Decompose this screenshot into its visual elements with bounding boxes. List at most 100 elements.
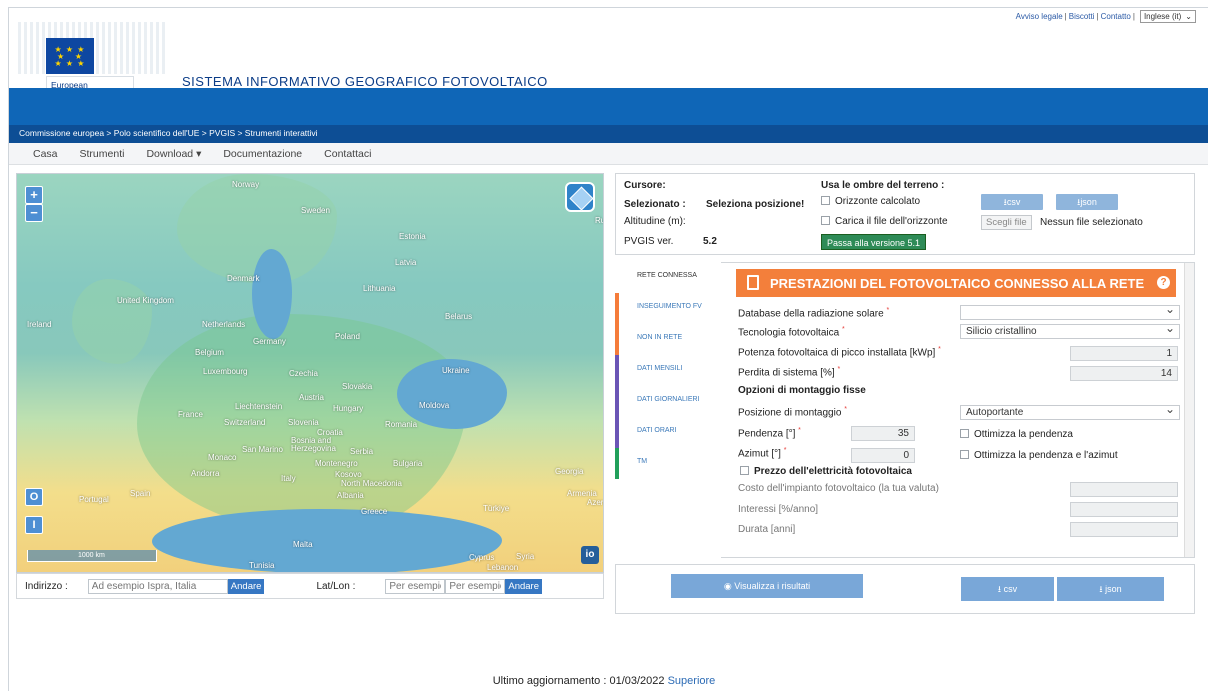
map-label-san-marino: San Marino: [242, 445, 283, 454]
map-label-lithuania: Lithuania: [363, 284, 396, 293]
map-label-germany: Germany: [253, 337, 286, 346]
mounting-position-label: Posizione di montaggio *: [738, 406, 847, 419]
no-file-text: Nessun file selezionato: [1040, 217, 1143, 228]
switch-version-button[interactable]: Passa alla versione 5.1: [821, 234, 927, 250]
io-button[interactable]: io: [581, 546, 599, 564]
tab-hourly-data[interactable]: DATI ORARI: [615, 417, 721, 448]
system-cost-input[interactable]: [1070, 482, 1178, 497]
tab-tm[interactable]: TM: [615, 448, 721, 479]
help-icon[interactable]: ?: [1157, 276, 1170, 289]
csv-download-button[interactable]: ⭳csv: [981, 194, 1043, 210]
map-label-sweden: Sweden: [301, 206, 330, 215]
results-csv-button[interactable]: ⭳ csv: [961, 577, 1054, 601]
map-label-norway: Norway: [232, 180, 260, 189]
tab-daily-data[interactable]: DATI GIORNALIERI: [615, 386, 721, 417]
map-label-czechia: Czechia: [289, 369, 318, 378]
results-action-panel: ◉ Visualizza i risultati ⭳ csv ⭳ json: [615, 564, 1195, 614]
checkbox[interactable]: [960, 429, 969, 438]
nav-documentation[interactable]: Documentazione: [223, 148, 302, 160]
calculated-horizon-option[interactable]: Orizzonte calcolato: [821, 196, 920, 207]
interactive-map[interactable]: Norway Sweden Estonia Latvia Denmark Lit…: [16, 173, 604, 573]
map-label-belgium: Belgium: [195, 348, 224, 357]
british-isles-land: [72, 279, 152, 364]
peak-power-input[interactable]: 1: [1070, 346, 1178, 361]
map-label-estonia: Estonia: [399, 232, 426, 241]
optimize-slope-azimuth-option[interactable]: Ottimizza la pendenza e l'azimut: [960, 450, 1118, 461]
select-position-link[interactable]: Seleziona posizione!: [706, 199, 804, 210]
map-label-romania: Romania: [385, 420, 418, 429]
map-label-liechtenstein: Liechtenstein: [235, 402, 283, 411]
nav-home[interactable]: Casa: [33, 148, 58, 160]
duration-input[interactable]: [1070, 522, 1178, 537]
checkbox[interactable]: [960, 450, 969, 459]
azimuth-input[interactable]: 0: [851, 448, 915, 463]
latlon-go-button[interactable]: Andare: [505, 578, 542, 594]
zoom-out-button[interactable]: −: [25, 204, 43, 222]
electricity-price-option[interactable]: Prezzo dell'elettricità fotovoltaica: [740, 466, 912, 477]
tab-off-grid[interactable]: NON IN RETE: [615, 324, 721, 355]
results-csv-label: csv: [1003, 584, 1018, 594]
view-results-label: Visualizza i risultati: [734, 581, 811, 591]
map-label-bulgaria: Bulgaria: [393, 459, 423, 468]
map-label-luxembourg: Luxembourg: [203, 367, 248, 376]
map-label-france: France: [178, 410, 203, 419]
footer: Ultimo aggiornamento : 01/03/2022 Superi…: [0, 675, 1208, 687]
panel-scrollbar[interactable]: [1184, 263, 1194, 557]
address-label: Indirizzo :: [25, 580, 68, 592]
latlon-label: Lat/Lon :: [316, 580, 356, 592]
slope-input[interactable]: 35: [851, 426, 915, 441]
results-json-button[interactable]: ⭳ json: [1057, 577, 1164, 601]
system-loss-input[interactable]: 14: [1070, 366, 1178, 381]
map-label-moldova: Moldova: [419, 401, 450, 410]
pv-technology-select[interactable]: Silicio cristallino: [960, 322, 1180, 339]
solar-database-select[interactable]: [960, 303, 1180, 320]
map-label-denmark: Denmark: [227, 274, 260, 283]
interest-input[interactable]: [1070, 502, 1178, 517]
checkbox[interactable]: [740, 466, 749, 475]
azimuth-label: Azimut [°] *: [738, 447, 787, 460]
main-navigation: Casa Strumenti Download ▾ Documentazione…: [9, 143, 1208, 165]
map-line-button[interactable]: I: [25, 516, 43, 534]
address-go-button[interactable]: Andare: [227, 578, 265, 594]
view-results-button[interactable]: ◉ Visualizza i risultati: [671, 574, 863, 598]
json-download-button[interactable]: ⭳json: [1056, 194, 1118, 210]
mounting-position-select[interactable]: Autoportante: [960, 403, 1180, 420]
checkbox[interactable]: [821, 216, 830, 225]
tab-tracking-pv[interactable]: INSEGUIMENTO FV: [615, 293, 721, 324]
map-label-georgia: Georgia: [555, 467, 584, 476]
nav-tools[interactable]: Strumenti: [80, 148, 125, 160]
nav-contacts[interactable]: Contattaci: [324, 148, 371, 160]
mediterranean-sea: [152, 509, 502, 572]
address-input[interactable]: [87, 578, 228, 594]
map-label-ireland: Ireland: [27, 320, 52, 329]
selected-label: Selezionato :: [624, 199, 686, 210]
back-to-top-link[interactable]: Superiore: [668, 675, 716, 687]
horizon-file-option[interactable]: Carica il file dell'orizzonte: [821, 216, 948, 227]
site-title[interactable]: SISTEMA INFORMATIVO GEOGRAFICO FOTOVOLTA…: [182, 74, 548, 89]
nav-download[interactable]: Download ▾: [146, 148, 201, 160]
latitude-input[interactable]: [385, 578, 446, 594]
breadcrumb[interactable]: Commissione europea > Polo scientifico d…: [9, 125, 1208, 143]
layers-icon[interactable]: [565, 182, 595, 212]
panel-title-text: PRESTAZIONI DEL FOTOVOLTAICO CONNESSO AL…: [770, 275, 1145, 291]
peak-power-label: Potenza fotovoltaica di picco installata…: [738, 346, 941, 359]
map-label-austria: Austria: [299, 393, 324, 402]
map-o-button[interactable]: O: [25, 488, 43, 506]
map-label-north-macedonia: North Macedonia: [341, 479, 402, 488]
header-band: [9, 88, 1208, 125]
cursor-info-panel: Cursore: Selezionato : Seleziona posizio…: [615, 173, 1195, 255]
zoom-in-button[interactable]: +: [25, 186, 43, 204]
longitude-input[interactable]: [445, 578, 506, 594]
cursor-label: Cursore:: [624, 180, 666, 191]
choose-file-button[interactable]: Scegli file: [981, 215, 1032, 230]
tab-monthly-data[interactable]: DATI MENSILI: [615, 355, 721, 386]
system-loss-text: Perdita di sistema [%]: [738, 367, 835, 379]
electricity-price-label: Prezzo dell'elettricità fotovoltaica: [754, 466, 912, 477]
tab-grid-connected[interactable]: RETE CONNESSA: [615, 262, 721, 293]
pv-technology-label: Tecnologia fotovoltaica *: [738, 326, 845, 339]
optimize-slope-option[interactable]: Ottimizza la pendenza: [960, 429, 1073, 440]
mounting-position-text: Posizione di montaggio: [738, 407, 842, 419]
checkbox[interactable]: [821, 196, 830, 205]
map-label-cyprus: Cyprus: [469, 553, 495, 562]
map-label-ukraine: Ukraine: [442, 366, 470, 375]
